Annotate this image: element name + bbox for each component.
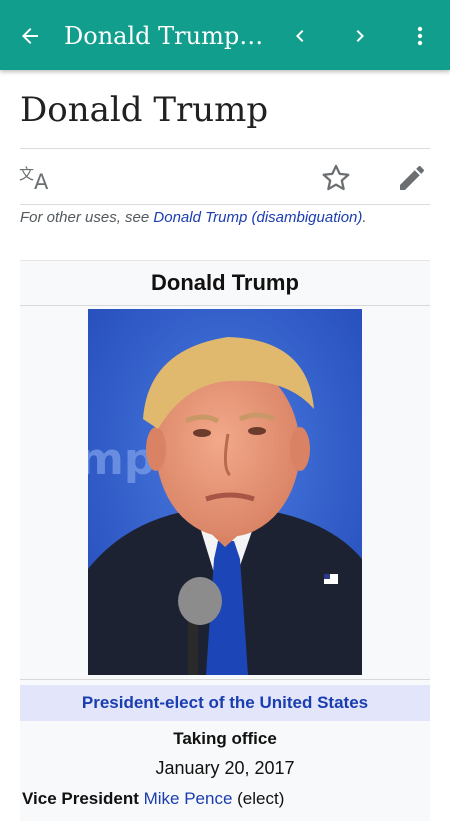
svg-text:文: 文 [19, 165, 34, 183]
taking-office-label: Taking office [173, 729, 277, 748]
divider [20, 679, 430, 680]
chevron-left-icon [296, 30, 304, 42]
divider [20, 204, 430, 205]
portrait-photo: mp.c [88, 309, 362, 675]
infobox: Donald Trump mp.c President-elect of the… [20, 260, 430, 821]
translate-icon: 文 A [19, 165, 49, 193]
svg-text:A: A [34, 170, 49, 193]
portrait-image[interactable]: mp.c [88, 309, 362, 675]
edit-button[interactable] [394, 160, 430, 196]
app-bar-title: Donald Trump (disambiguation) [64, 22, 264, 50]
hatnote-prefix: For other uses, see [20, 209, 154, 226]
article-actions: 文 A [18, 150, 430, 206]
taking-office-date: January 20, 2017 [155, 758, 295, 778]
more-vert-icon [417, 26, 423, 46]
app-bar: Donald Trump (disambiguation) [0, 0, 450, 70]
back-button[interactable] [12, 18, 48, 54]
hatnote: For other uses, see Donald Trump (disamb… [20, 208, 430, 228]
role-link[interactable]: President-elect of the United States [82, 693, 368, 712]
back-arrow-icon [22, 28, 38, 44]
chevron-right-icon [356, 30, 364, 42]
pencil-icon [400, 165, 425, 190]
vice-president-link[interactable]: Mike Pence [144, 789, 233, 808]
translate-button[interactable]: 文 A [18, 160, 54, 196]
star-icon [322, 164, 350, 191]
vice-president-label: Vice President [22, 789, 139, 808]
overflow-menu-button[interactable] [402, 18, 438, 54]
vice-president-suffix: (elect) [232, 789, 285, 808]
page-title: Donald Trump [20, 90, 269, 130]
infobox-role-header: President-elect of the United States [20, 685, 430, 721]
infobox-title: Donald Trump [20, 261, 430, 306]
next-button[interactable] [342, 18, 378, 54]
divider [20, 148, 430, 149]
vice-president-row: Vice President Mike Pence (elect) [22, 787, 284, 811]
hatnote-suffix: . [362, 209, 367, 226]
bookmark-button[interactable] [318, 160, 354, 196]
disambiguation-link[interactable]: Donald Trump (disambiguation) [153, 209, 362, 226]
previous-button[interactable] [282, 18, 318, 54]
